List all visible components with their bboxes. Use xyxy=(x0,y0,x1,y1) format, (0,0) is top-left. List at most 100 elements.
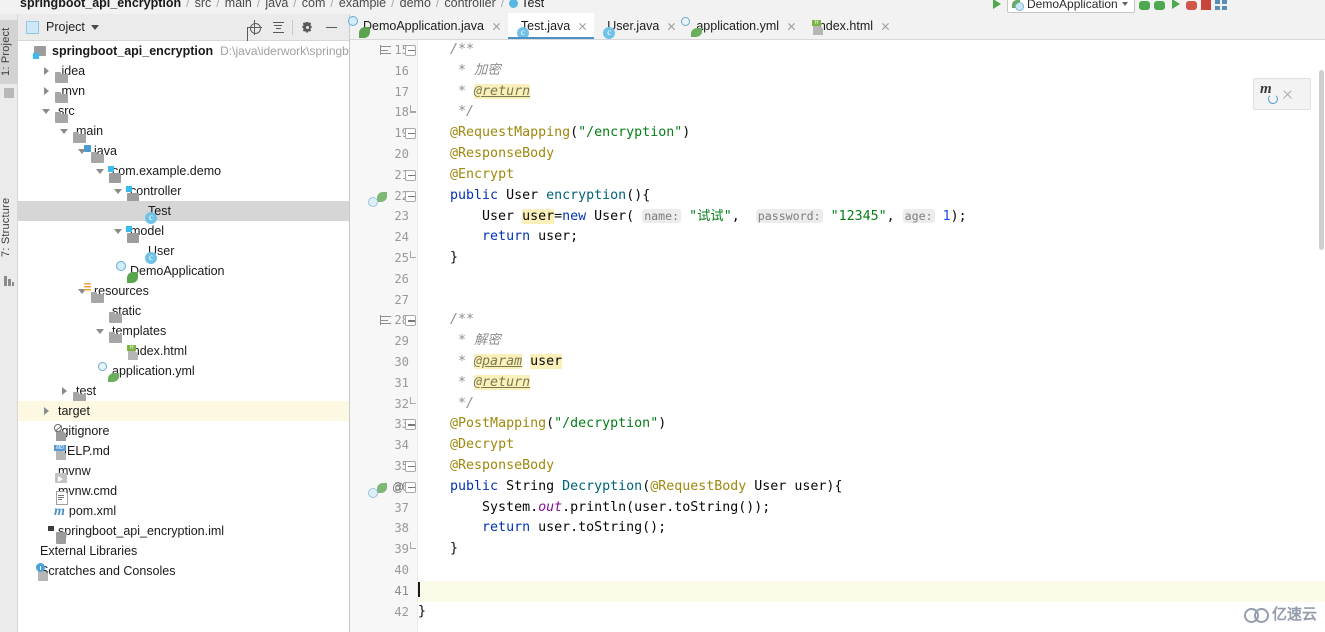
code-line[interactable]: 20 @ResponseBody xyxy=(394,144,1325,165)
code-line[interactable]: 40 xyxy=(394,560,1325,581)
code-line[interactable]: 37 System.out.println(user.toString()); xyxy=(394,498,1325,519)
fold-end-icon[interactable] xyxy=(405,396,416,410)
breadcrumb-item[interactable]: demo xyxy=(400,0,431,10)
tree-row[interactable]: target xyxy=(18,401,349,421)
fold-end-icon[interactable] xyxy=(405,542,416,555)
tree-row[interactable]: MD HELP.md xyxy=(18,441,349,461)
chevron-down-icon[interactable] xyxy=(1121,2,1128,6)
stop-debug-button[interactable] xyxy=(1185,0,1197,10)
code-line[interactable]: 26 xyxy=(394,269,1325,290)
tree-row[interactable]: Hindex.html xyxy=(18,341,349,361)
breadcrumb[interactable]: springboot_api_encryption / src / main / java /… xyxy=(20,0,544,10)
tree-row[interactable]: .gitignore xyxy=(18,421,349,441)
tree-row[interactable]: mvnw xyxy=(18,461,349,481)
fold-collapse-icon[interactable] xyxy=(405,460,416,472)
chevron-down-icon[interactable] xyxy=(42,107,51,116)
breadcrumb-item[interactable]: example xyxy=(339,0,386,10)
stop-button[interactable] xyxy=(1200,0,1211,10)
code-line[interactable]: 32 */ xyxy=(394,394,1325,415)
minimize-icon[interactable] xyxy=(319,16,343,38)
tree-row[interactable]: test xyxy=(18,381,349,401)
tree-row[interactable]: controller xyxy=(18,181,349,201)
fold-collapse-icon[interactable] xyxy=(405,45,416,56)
chevron-down-icon[interactable] xyxy=(96,327,105,336)
maven-reload-icon[interactable] xyxy=(1260,81,1278,104)
code-line[interactable]: 27 xyxy=(394,290,1325,311)
fold-collapse-icon[interactable] xyxy=(405,481,416,493)
editor-tab[interactable]: Test.java xyxy=(507,13,595,39)
code-line[interactable]: 29 * 解密 xyxy=(394,331,1325,352)
tree-row[interactable]: m pom.xml xyxy=(18,501,349,521)
locate-in-tree-icon[interactable] xyxy=(242,16,266,38)
code-content[interactable]: 15 /** 16 * 加密 17 * @return 18 */19 @Reques… xyxy=(380,40,1325,632)
code-line[interactable]: 23 User user=new User( name: "试试", passw… xyxy=(394,206,1325,227)
breadcrumb-item[interactable]: src xyxy=(195,0,212,10)
fold-collapse-icon[interactable] xyxy=(405,169,416,181)
run-with-coverage-button[interactable] xyxy=(1153,0,1165,10)
tree-row[interactable]: springboot_api_encryption.iml xyxy=(18,521,349,541)
code-line[interactable]: 16 * 加密 xyxy=(394,61,1325,82)
tree-row[interactable]: main xyxy=(18,121,349,141)
close-icon[interactable] xyxy=(577,21,588,32)
breadcrumb-item[interactable]: java xyxy=(265,0,288,10)
editor-tab[interactable]: User.java xyxy=(594,13,683,39)
breadcrumb-item[interactable]: com xyxy=(302,0,326,10)
collapse-all-icon[interactable] xyxy=(266,16,290,38)
annotation-gutter-icon[interactable]: @ xyxy=(392,477,404,498)
close-icon[interactable] xyxy=(786,21,797,32)
run-button[interactable] xyxy=(990,0,1003,11)
sidebar-item-structure[interactable]: 7: Structure xyxy=(0,184,18,270)
breadcrumb-item[interactable]: Test xyxy=(521,0,544,10)
tree-row[interactable]: com.example.demo xyxy=(18,161,349,181)
code-line[interactable]: 34 @Decrypt xyxy=(394,435,1325,456)
fold-collapse-icon[interactable] xyxy=(405,190,416,202)
code-line[interactable]: 18 */ xyxy=(394,102,1325,123)
code-line[interactable]: 21 @Encrypt xyxy=(394,165,1325,186)
chevron-down-icon[interactable] xyxy=(96,167,105,176)
editor-tab[interactable]: Hindex.html xyxy=(803,13,897,39)
breadcrumb-item[interactable]: controller xyxy=(444,0,495,10)
code-line[interactable]: 41 xyxy=(394,580,1325,602)
tree-row[interactable]: Test xyxy=(18,201,349,221)
chevron-right-icon[interactable] xyxy=(42,86,51,96)
code-line[interactable]: 25 } xyxy=(394,248,1325,269)
code-line[interactable]: 38 return user.toString(); xyxy=(394,518,1325,539)
tree-row[interactable]: User xyxy=(18,241,349,261)
rerun-button[interactable] xyxy=(1169,0,1182,11)
tree-row[interactable]: java xyxy=(18,141,349,161)
chevron-down-icon[interactable] xyxy=(90,24,99,30)
close-icon[interactable] xyxy=(666,21,677,32)
code-line[interactable]: 28 /** xyxy=(380,310,1325,331)
code-line[interactable]: 24 return user; xyxy=(394,227,1325,248)
close-icon[interactable] xyxy=(491,21,502,32)
code-line[interactable]: 36 @ public String Decryption(@RequestBod… xyxy=(392,477,1325,498)
editor-tab[interactable]: application.yml xyxy=(683,13,803,39)
tree-row[interactable]: src xyxy=(18,101,349,121)
fold-collapse-icon[interactable] xyxy=(405,419,416,431)
chevron-down-icon[interactable] xyxy=(60,127,69,136)
run-configuration-selector[interactable]: DemoApplication xyxy=(1007,0,1135,13)
gear-icon[interactable] xyxy=(295,16,319,38)
tree-row[interactable]: External Libraries xyxy=(18,541,349,561)
layout-button[interactable] xyxy=(1214,0,1227,10)
code-line[interactable]: 19 @RequestMapping("/encryption") xyxy=(394,123,1325,144)
chevron-right-icon[interactable] xyxy=(42,66,51,76)
editor-tab[interactable]: DemoApplication.java xyxy=(350,13,508,39)
project-tree[interactable]: springboot_api_encryption D:\java\iderwor… xyxy=(18,41,349,632)
tree-row[interactable]: .idea xyxy=(18,61,349,81)
code-line[interactable]: 35 @ResponseBody xyxy=(394,456,1325,477)
tree-row[interactable]: mvnw.cmd xyxy=(18,481,349,501)
tree-row[interactable]: templates xyxy=(18,321,349,341)
tree-row[interactable]: resources xyxy=(18,281,349,301)
fold-end-icon[interactable] xyxy=(405,105,416,118)
tree-row[interactable]: application.yml xyxy=(18,361,349,381)
code-line[interactable]: 39 } xyxy=(394,539,1325,560)
fold-collapse-icon[interactable] xyxy=(405,128,416,140)
breadcrumb-item[interactable]: springboot_api_encryption xyxy=(20,0,181,10)
code-line[interactable]: 17 * @return xyxy=(394,82,1325,103)
code-line[interactable]: 22 public User encryption(){ xyxy=(394,186,1325,207)
code-line[interactable]: 15 /** xyxy=(380,40,1325,61)
close-icon[interactable] xyxy=(880,21,891,32)
fold-collapse-icon[interactable] xyxy=(405,315,416,327)
chevron-down-icon[interactable] xyxy=(114,187,123,196)
